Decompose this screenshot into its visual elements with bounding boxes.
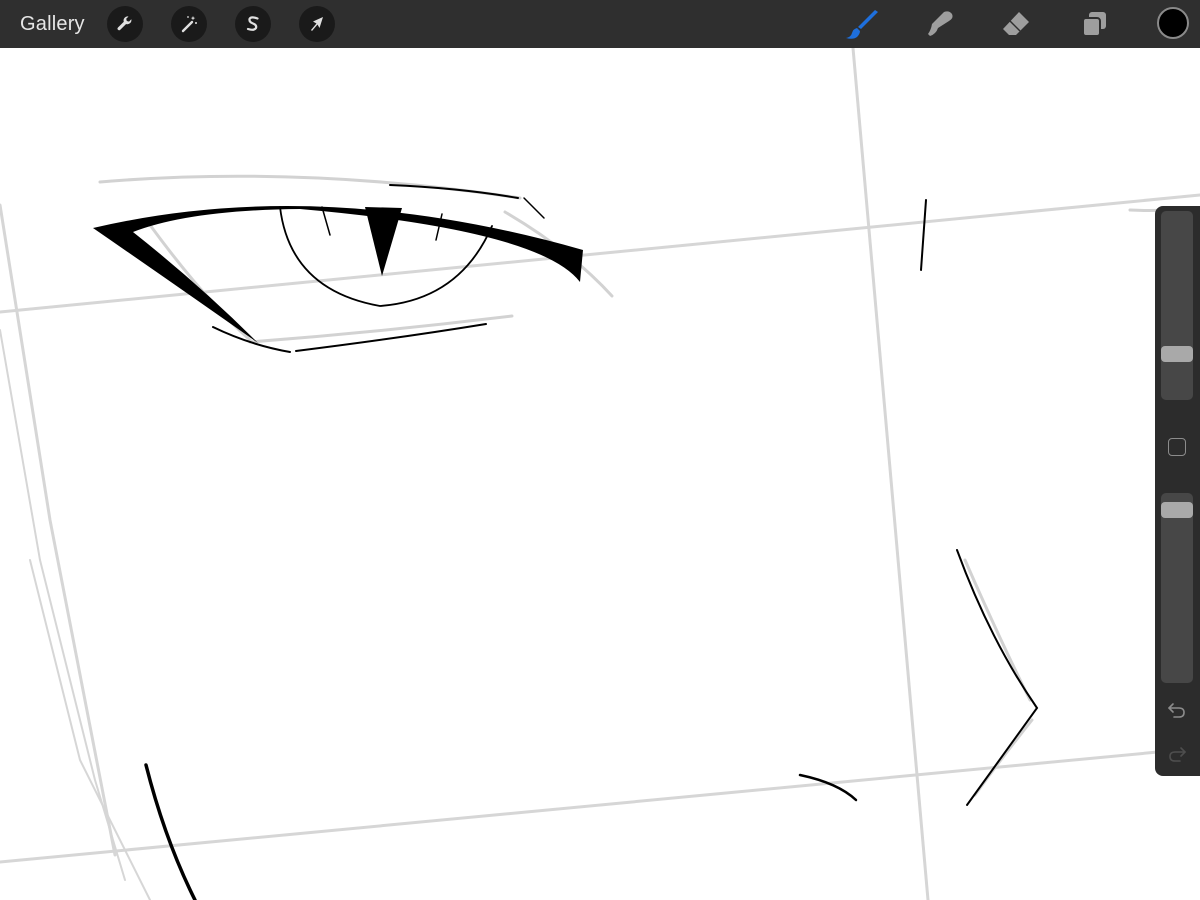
opacity-slider[interactable]: [1161, 493, 1193, 683]
crease-tip: [523, 197, 545, 219]
layers-button[interactable]: [1076, 6, 1112, 42]
ink-strokes: [93, 206, 583, 343]
procreate-app: Gallery: [0, 0, 1200, 900]
brow-sketch: [98, 174, 522, 200]
brush-tool-button[interactable]: [844, 6, 880, 42]
adjustments-button[interactable]: [170, 6, 207, 42]
side-slider-panel: [1155, 206, 1200, 776]
selection-button[interactable]: [234, 6, 271, 42]
selection-s-icon: [246, 16, 259, 31]
jaw-ink: [144, 763, 197, 900]
undo-arrow-icon: [1168, 703, 1185, 718]
transform-arrow-icon: [310, 17, 323, 31]
artwork: [0, 46, 1200, 900]
guide-line-bottom: [0, 746, 1200, 864]
redo-arrow-icon: [1169, 747, 1186, 762]
cheek-stroke: [920, 199, 927, 271]
opacity-thumb[interactable]: [1161, 501, 1193, 518]
color-swatch-button[interactable]: [1157, 7, 1189, 39]
brush-size-slider[interactable]: [1161, 211, 1193, 400]
drawing-canvas[interactable]: [0, 46, 1200, 900]
modifier-square-icon[interactable]: [1168, 438, 1186, 456]
ink-lines: [144, 184, 1039, 900]
actions-button[interactable]: [106, 6, 143, 42]
eraser-icon: [1003, 12, 1029, 35]
brush-icon: [846, 10, 878, 39]
sketch-strokes: [98, 174, 1167, 797]
brush-size-thumb[interactable]: [1161, 345, 1193, 362]
undo-button[interactable]: [1165, 698, 1189, 722]
adjustments-wand-icon: [181, 16, 197, 33]
gallery-button[interactable]: Gallery: [20, 13, 85, 36]
mouth-ink: [798, 773, 858, 802]
guide-line-vertical: [851, 46, 930, 900]
pupil-ink: [365, 207, 402, 276]
actions-wrench-icon: [117, 16, 132, 31]
redo-button[interactable]: [1165, 742, 1189, 766]
nose-sketch-1: [963, 558, 1032, 702]
top-toolbar: Gallery: [0, 0, 1200, 48]
upper-lid-ink: [93, 206, 583, 343]
eraser-tool-button[interactable]: [998, 6, 1034, 42]
lower-lid-sketch: [248, 314, 514, 344]
transform-button[interactable]: [298, 6, 335, 42]
smudge-tool-button[interactable]: [922, 6, 958, 42]
layers-icon: [1082, 12, 1106, 37]
smudge-icon: [928, 11, 953, 37]
guide-line-left-2: [0, 329, 126, 881]
